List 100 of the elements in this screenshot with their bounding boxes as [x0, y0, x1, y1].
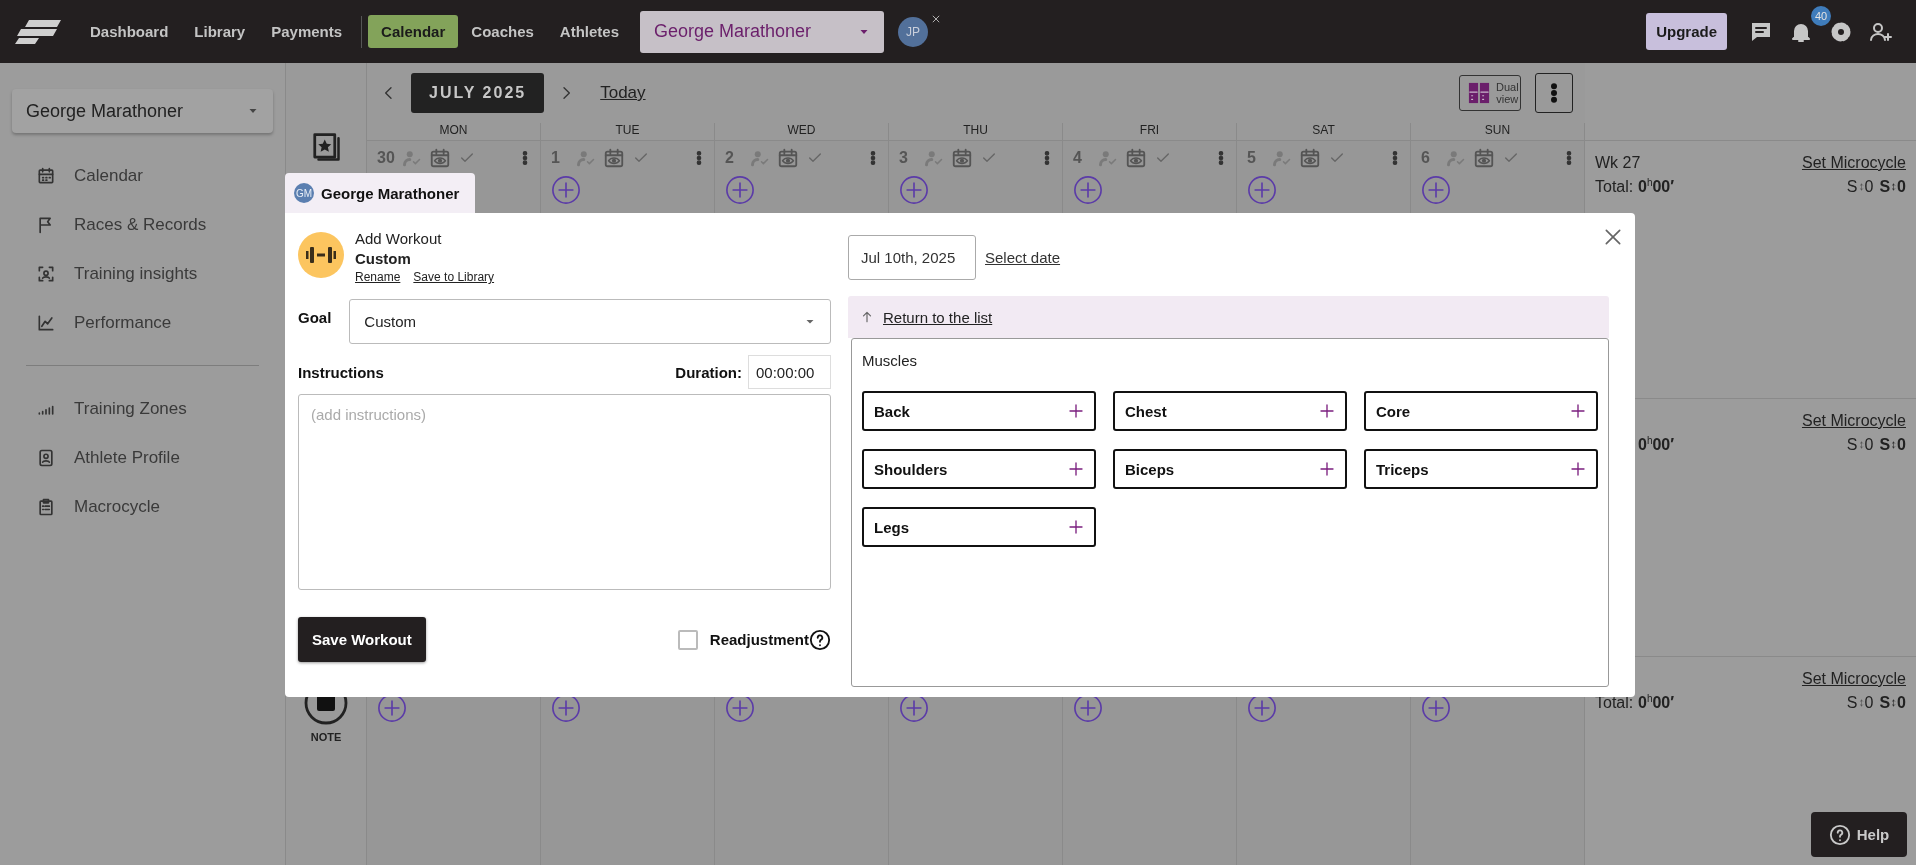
instructions-field[interactable]: (add instructions): [298, 394, 831, 590]
calendar-eye-icon[interactable]: [1473, 147, 1495, 169]
sidebar-item[interactable]: Performance: [12, 298, 273, 347]
dual-view-button[interactable]: Dual view: [1459, 75, 1521, 111]
weekday-label: FRI: [1063, 123, 1237, 140]
athlete-tab[interactable]: GM George Marathoner: [285, 173, 475, 213]
sort-arrows-icon: [1857, 181, 1865, 193]
day-number: 3: [899, 149, 909, 167]
readjustment-label: Readjustment: [709, 631, 809, 648]
date-field[interactable]: Jul 10th, 2025: [848, 235, 976, 280]
person-check-icon[interactable]: [1273, 149, 1291, 167]
muscle-button[interactable]: Back: [862, 391, 1096, 431]
avatar: GM: [294, 183, 314, 203]
close-icon[interactable]: [1603, 227, 1623, 247]
upgrade-button[interactable]: Upgrade: [1646, 13, 1727, 50]
more-button[interactable]: [1535, 73, 1573, 113]
weekday-label: THU: [889, 123, 1063, 140]
plus-icon: [1068, 519, 1084, 535]
athlete-select[interactable]: George Marathoner: [12, 89, 273, 133]
set-microcycle-link[interactable]: Set Microcycle: [1801, 670, 1906, 688]
muscle-button[interactable]: Chest: [1113, 391, 1347, 431]
sort-arrows-icon: [1857, 439, 1865, 451]
nav-link[interactable]: Coaches: [458, 15, 547, 48]
muscle-button[interactable]: Triceps: [1364, 449, 1598, 489]
muscle-button[interactable]: Shoulders: [862, 449, 1096, 489]
note-label: NOTE: [310, 731, 342, 743]
athlete-name: George Marathoner: [321, 184, 460, 202]
weekday-label: SAT: [1237, 123, 1411, 140]
person-check-icon[interactable]: [403, 149, 421, 167]
total-duration: 0$^{h}$00′: [1638, 693, 1675, 713]
calendar-eye-icon[interactable]: [777, 147, 799, 169]
plus-icon: [1570, 461, 1586, 477]
close-icon[interactable]: [931, 14, 941, 24]
stat-value: 0: [1897, 694, 1906, 712]
muscles-title: Muscles: [862, 352, 918, 369]
return-link[interactable]: Return to the list: [883, 308, 993, 326]
weekday-label: WED: [715, 123, 889, 140]
weekday-label: MON: [367, 123, 541, 140]
person-check-icon[interactable]: [1447, 149, 1465, 167]
goal-select[interactable]: Custom: [349, 299, 831, 344]
stat-label: S: [1879, 694, 1891, 712]
sidebar-item[interactable]: Athlete Profile: [26, 433, 259, 482]
stat-label: S: [1879, 178, 1891, 196]
muscle-button[interactable]: Core: [1364, 391, 1598, 431]
month-button[interactable]: JULY 2025: [411, 73, 545, 113]
duration-field[interactable]: 00:00:00: [748, 355, 831, 389]
stat-label: S: [1846, 178, 1858, 196]
nav-link[interactable]: Athletes: [546, 15, 632, 48]
goal-label: Goal: [298, 309, 332, 326]
logo[interactable]: [15, 19, 61, 44]
person-check-icon[interactable]: [577, 149, 595, 167]
sidebar-item[interactable]: Macrocycle: [26, 482, 259, 531]
workout-link[interactable]: Rename: [355, 270, 401, 284]
stat-label: S: [1846, 436, 1858, 454]
checkbox[interactable]: [677, 629, 698, 650]
sidebar-item[interactable]: Training insights: [12, 249, 273, 298]
today-link[interactable]: Today: [600, 83, 646, 103]
sort-arrows-icon: [1890, 181, 1898, 193]
nav-link[interactable]: Calendar: [368, 15, 459, 48]
nav-link[interactable]: Library: [181, 15, 259, 48]
calendar-eye-icon[interactable]: [951, 147, 973, 169]
muscle-button[interactable]: Legs: [862, 507, 1096, 547]
id-card-icon: [36, 447, 56, 468]
help-button[interactable]: Help: [1811, 812, 1907, 857]
day-number: 2: [725, 149, 735, 167]
calendar-eye-icon[interactable]: [1299, 147, 1321, 169]
person-check-icon[interactable]: [1099, 149, 1117, 167]
day-number: 5: [1247, 149, 1257, 167]
help-icon[interactable]: [809, 628, 831, 651]
sidebar-item[interactable]: Training Zones: [26, 384, 259, 433]
athlete-select[interactable]: George Marathoner: [640, 10, 884, 53]
sidebar-item[interactable]: Calendar: [12, 151, 273, 200]
stat-value: 0: [1864, 694, 1874, 712]
set-microcycle-link[interactable]: Set Microcycle: [1801, 412, 1906, 430]
arrow-up-icon: [860, 310, 874, 324]
person-check-icon[interactable]: [751, 149, 769, 167]
sort-arrows-icon: [1890, 439, 1898, 451]
instructions-label: Instructions: [298, 363, 384, 381]
duration-label: Duration:: [675, 363, 742, 381]
stat-value: 0: [1864, 436, 1874, 454]
week-label: Wk 27: [1595, 154, 1641, 172]
person-check-icon[interactable]: [925, 149, 943, 167]
sort-arrows-icon: [1857, 697, 1865, 709]
day-number: 6: [1421, 149, 1431, 167]
calendar-eye-icon[interactable]: [603, 147, 625, 169]
workout-link[interactable]: Save to Library: [413, 270, 495, 284]
calendar-eye-icon[interactable]: [429, 147, 451, 169]
muscle-button[interactable]: Biceps: [1113, 449, 1347, 489]
day-number: 30: [377, 149, 395, 167]
sidebar-item[interactable]: Races & Records: [12, 200, 273, 249]
save-workout-button[interactable]: Save Workout: [298, 617, 426, 662]
select-date-link[interactable]: Select date: [985, 249, 1061, 266]
weekday-label: TUE: [541, 123, 715, 140]
clipboard-icon: [36, 496, 56, 517]
set-microcycle-link[interactable]: Set Microcycle: [1801, 154, 1906, 172]
nav-link[interactable]: Dashboard: [77, 15, 182, 48]
notification-badge: 40: [1811, 5, 1831, 26]
nav-link[interactable]: Payments: [258, 15, 356, 48]
calendar-eye-icon[interactable]: [1125, 147, 1147, 169]
plus-icon: [1068, 403, 1084, 419]
